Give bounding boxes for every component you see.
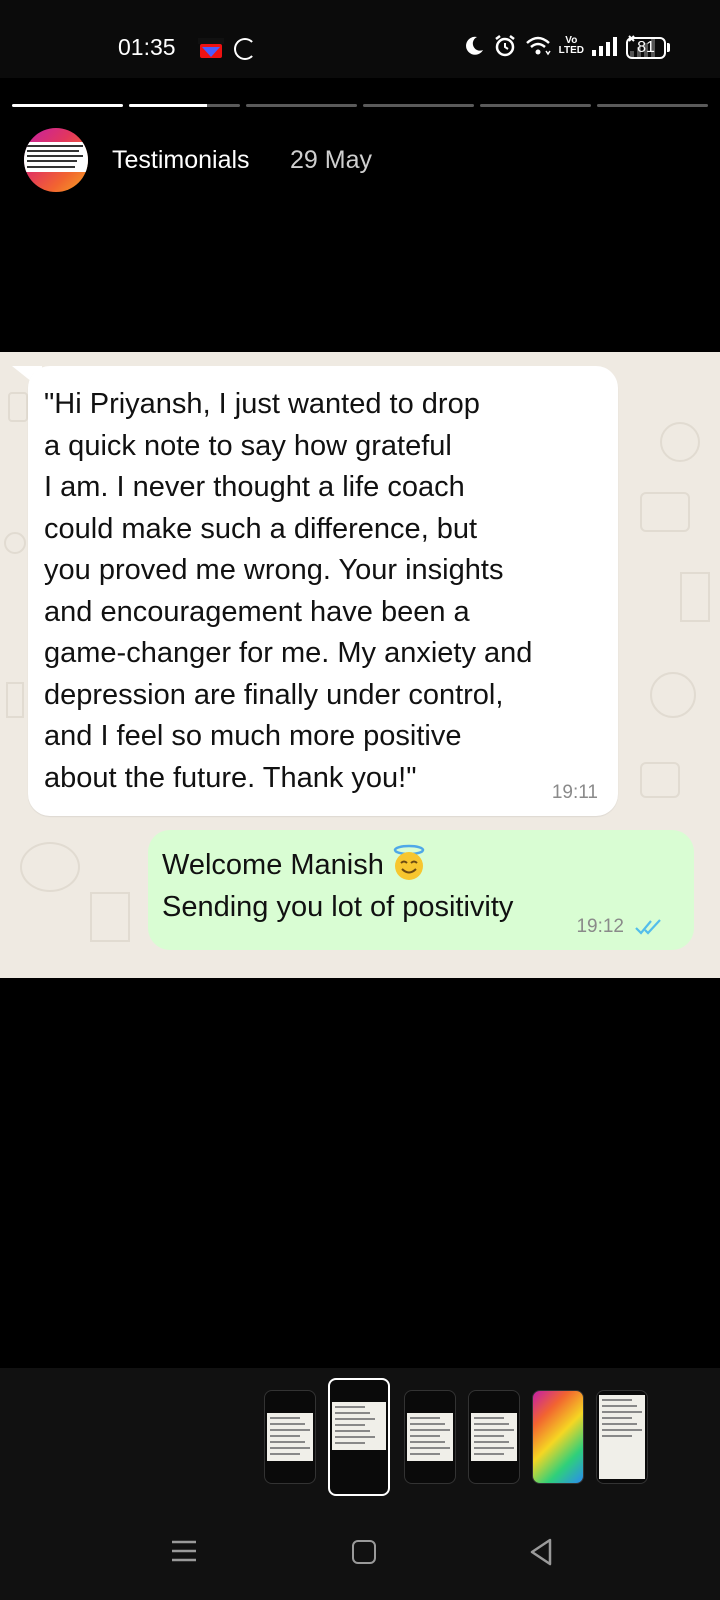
battery-icon: 81	[626, 37, 666, 59]
volte-icon: Vo LTED	[559, 36, 584, 56]
moon-icon	[465, 36, 483, 55]
incoming-message-time: 19:11	[551, 782, 598, 803]
incoming-message-text: "Hi Priyansh, I just wanted to drop a qu…	[44, 388, 533, 794]
story-progress-segment	[129, 104, 240, 107]
story-title[interactable]: Testimonials	[112, 146, 250, 175]
story-thumbnail[interactable]	[264, 1390, 316, 1484]
story-progress-fill	[129, 104, 207, 107]
story-thumbnail[interactable]	[468, 1390, 520, 1484]
battery-nub	[667, 43, 670, 52]
sony-liv-icon	[198, 38, 224, 58]
back-icon[interactable]	[528, 1538, 554, 1566]
story-progress	[12, 104, 708, 108]
signal-icon	[592, 37, 617, 56]
outgoing-line-1: Welcome Manish	[162, 849, 384, 881]
wifi-icon	[525, 36, 551, 56]
loading-icon	[234, 38, 256, 60]
avatar[interactable]	[24, 128, 88, 192]
story-thumbnail[interactable]	[532, 1390, 584, 1484]
status-bar: 01:35 Vo LTED 81	[0, 0, 720, 78]
outgoing-message: Welcome Manish Sending you lot of positi…	[148, 830, 694, 950]
story-date: 29 May	[290, 146, 372, 174]
thumbnail-preview	[407, 1413, 453, 1461]
outgoing-line-2: Sending you lot of positivity	[162, 891, 514, 923]
alarm-icon	[494, 35, 515, 57]
incoming-message: "Hi Priyansh, I just wanted to drop a qu…	[28, 366, 618, 816]
home-icon[interactable]	[352, 1540, 376, 1564]
story-progress-segment	[597, 104, 708, 107]
smiling-halo-emoji-icon	[393, 844, 425, 880]
thumbnail-preview	[599, 1395, 645, 1479]
story-empty-area[interactable]	[0, 978, 720, 1368]
story-progress-fill	[12, 104, 123, 107]
thumbnail-preview	[332, 1402, 386, 1450]
outgoing-message-time: 19:12	[576, 916, 624, 937]
story-thumbnails	[0, 1368, 720, 1498]
outgoing-message-text: Welcome Manish Sending you lot of positi…	[162, 844, 592, 928]
story-thumbnail[interactable]	[404, 1390, 456, 1484]
story-thumbnail[interactable]	[328, 1378, 390, 1496]
story-thumbnail[interactable]	[596, 1390, 648, 1484]
read-ticks-icon	[635, 919, 661, 935]
avatar-card	[24, 142, 88, 172]
volte-bottom-text: LTE	[558, 45, 577, 56]
battery-level: 81	[637, 39, 655, 56]
volte-mark-text: D	[576, 45, 584, 56]
story-progress-segment	[363, 104, 474, 107]
status-time: 01:35	[118, 34, 176, 60]
thumbnail-preview	[471, 1413, 517, 1461]
chat-screenshot: "Hi Priyansh, I just wanted to drop a qu…	[0, 352, 720, 978]
recent-apps-icon[interactable]	[172, 1540, 196, 1562]
thumbnail-preview	[267, 1413, 313, 1461]
story-progress-segment	[480, 104, 591, 107]
story-progress-segment	[12, 104, 123, 107]
navigation-bar	[0, 1498, 720, 1600]
story-progress-segment	[246, 104, 357, 107]
